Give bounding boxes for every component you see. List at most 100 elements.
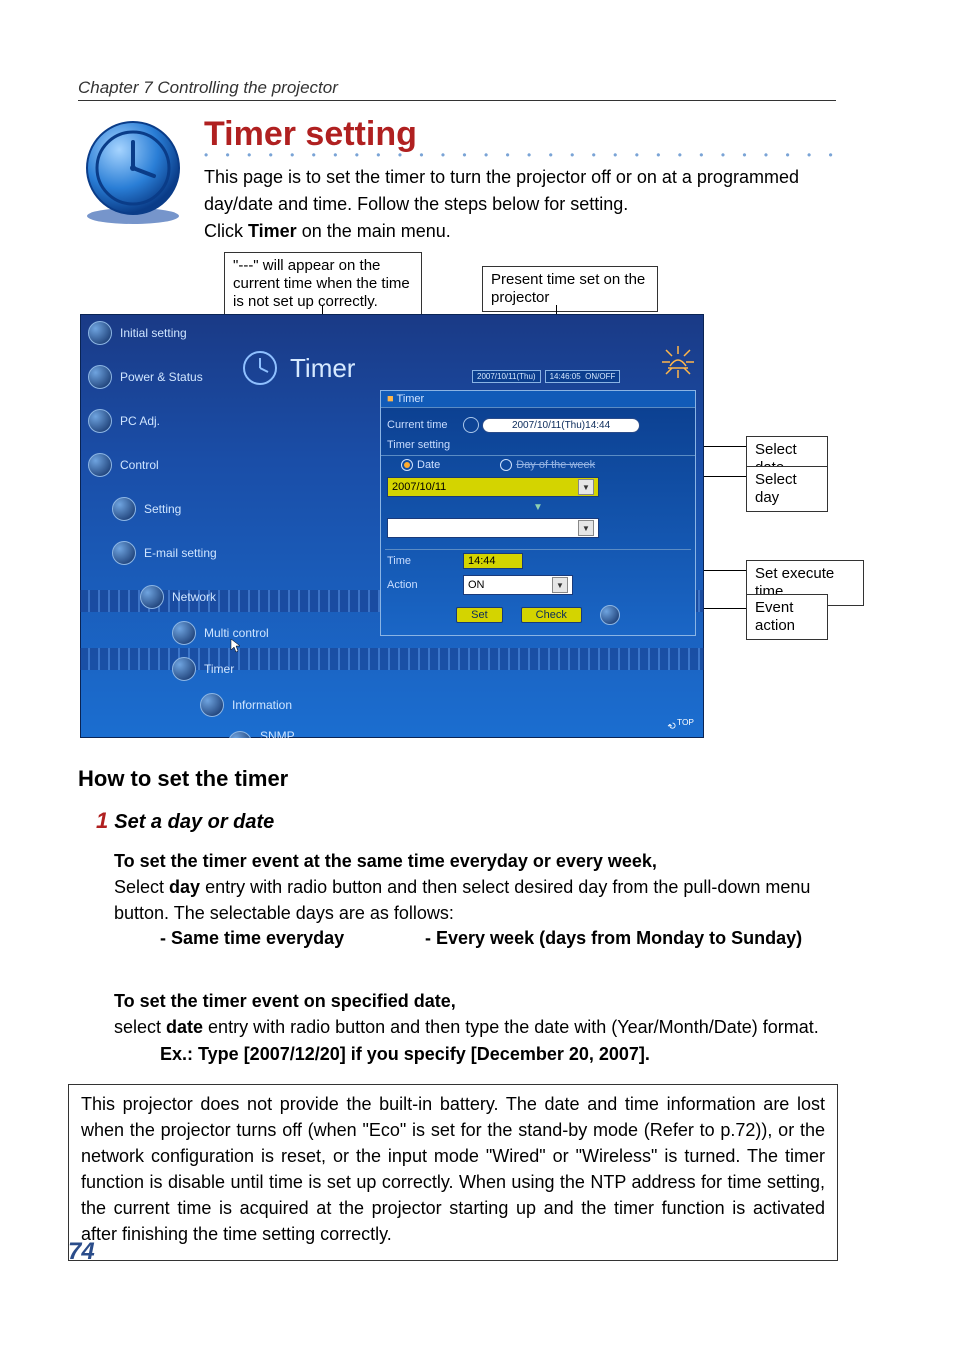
row-radio: Date Day of the week: [381, 456, 695, 474]
p4-pre: select: [114, 1017, 166, 1037]
sidebar-item-label: SNMP setting: [260, 729, 295, 738]
page-title: Timer: [240, 348, 355, 388]
radio-day-label: Day of the week: [516, 459, 595, 471]
sidebar-item-timer[interactable]: Timer: [84, 654, 292, 684]
sliders-icon: [88, 453, 112, 477]
p2-post: entry with radio button and then select …: [114, 877, 810, 923]
page-number: 74: [68, 1238, 95, 1266]
row-time: Time 14:44: [381, 550, 695, 572]
cursor-icon: [230, 638, 242, 654]
intro-text: This page is to set the timer to turn th…: [204, 164, 836, 245]
decorative-dots: • • • • • • • • • • • • • • • • • • • • …: [204, 148, 836, 162]
page-title-text: Timer: [290, 353, 355, 384]
current-time-value: 2007/10/11(Thu)14:44: [482, 418, 640, 433]
action-label: Action: [387, 579, 463, 591]
screenshot: Initial setting Power & Status PC Adj. C…: [80, 314, 704, 738]
timer-panel: ■ Timer Current time 2007/10/11(Thu)14:4…: [380, 390, 696, 636]
power-icon: [88, 365, 112, 389]
callout-current-time-na: "---" will appear on the current time wh…: [224, 252, 422, 316]
header-clock: 2007/10/11(Thu) 14:46:05 ON/OFF: [472, 370, 620, 383]
sidebar-item-label: PC Adj.: [120, 414, 160, 428]
chevron-down-icon: ▼: [578, 479, 594, 495]
p4-post: entry with radio button and then type th…: [203, 1017, 819, 1037]
sidebar-item-snmp[interactable]: SNMP setting: [84, 726, 292, 738]
time-label: Time: [387, 555, 463, 567]
p2-bold: day: [169, 877, 200, 897]
callout-present-time: Present time set on the projector: [482, 266, 658, 312]
radio-day[interactable]: [500, 459, 512, 471]
sidebar-item-initial-setting[interactable]: Initial setting: [84, 318, 292, 348]
sidebar-item-information[interactable]: Information: [84, 690, 292, 720]
sidebar-item-label: Network: [172, 590, 216, 604]
action-value: ON: [468, 579, 485, 591]
time-input[interactable]: 14:44: [463, 553, 523, 569]
top-link-label: TOP: [677, 717, 694, 727]
step-number: 1: [96, 808, 108, 833]
current-time-label: Current time: [387, 419, 463, 431]
row-day-dropdown: ▼: [381, 515, 695, 541]
sidebar-item-email[interactable]: E-mail setting: [84, 538, 292, 568]
options-list: - Same time everyday - Every week (days …: [160, 928, 802, 949]
intro-line-2: Click Timer on the main menu.: [204, 221, 451, 241]
header-onoff: ON/OFF: [585, 372, 615, 381]
wrench-icon: [112, 497, 136, 521]
sun-icon: [660, 344, 696, 380]
sidebar-item-multi-control[interactable]: Multi control: [84, 618, 292, 648]
step-title: Set a day or date: [114, 811, 274, 833]
clock-icon: [240, 348, 280, 388]
power-icon: [600, 605, 620, 625]
clock-icon: [172, 657, 196, 681]
sidebar-item-label: Timer: [204, 662, 234, 676]
row-action: Action ON ▼: [381, 572, 695, 598]
paragraph-3: To set the timer event on specified date…: [114, 988, 836, 1014]
sidebar-item-label: Information: [232, 698, 292, 712]
chevron-down-icon: ▼: [552, 577, 568, 593]
clock-icon: [463, 417, 479, 433]
set-button[interactable]: Set: [456, 607, 503, 623]
sidebar-item-label: Initial setting: [120, 326, 187, 340]
paragraph-1: To set the timer event at the same time …: [114, 848, 836, 874]
info-icon: [200, 693, 224, 717]
sidebar-item-label: E-mail setting: [144, 546, 217, 560]
note-box: This projector does not provide the buil…: [68, 1084, 838, 1261]
row-buttons: Set Check: [381, 602, 695, 628]
sidebar-item-setting[interactable]: Setting: [84, 494, 292, 524]
intro-bold: Timer: [248, 221, 297, 241]
sidebar-item-label: Setting: [144, 502, 181, 516]
paragraph-5: Ex.: Type [2007/12/20] if you specify [D…: [160, 1044, 836, 1065]
radio-date[interactable]: [401, 459, 413, 471]
check-button[interactable]: Check: [521, 607, 582, 623]
top-link[interactable]: ↻TOP: [669, 717, 694, 732]
intro-pre: Click: [204, 221, 248, 241]
date-dropdown-value: 2007/10/11: [392, 481, 446, 493]
sidebar-item-pc-adj[interactable]: PC Adj.: [84, 406, 292, 436]
paragraph-4: select date entry with radio button and …: [114, 1014, 836, 1040]
row-timer-setting-label: Timer setting: [381, 436, 695, 456]
radio-date-label: Date: [417, 459, 440, 471]
time-value: 14:44: [468, 555, 496, 567]
callout-select-day: Select day: [746, 466, 828, 512]
option-1: - Same time everyday: [160, 928, 420, 949]
timer-setting-label: Timer setting: [387, 439, 450, 451]
subheading-how-to-set: How to set the timer: [78, 766, 288, 792]
monitor-icon: [88, 409, 112, 433]
option-2: - Every week (days from Monday to Sunday…: [425, 928, 802, 948]
header-time-value: 14:46:05: [550, 372, 581, 381]
intro-line-1: This page is to set the timer to turn th…: [204, 167, 799, 214]
header-time: 14:46:05 ON/OFF: [545, 370, 621, 383]
action-dropdown[interactable]: ON ▼: [463, 575, 573, 595]
callout-event-action: Event action: [746, 594, 828, 640]
sidebar-item-network[interactable]: Network: [84, 582, 292, 612]
gear-icon: [88, 321, 112, 345]
timer-section-icon: [78, 118, 188, 228]
day-dropdown[interactable]: ▼: [387, 518, 599, 538]
header-date: 2007/10/11(Thu): [472, 370, 541, 383]
row-current-time: Current time 2007/10/11(Thu)14:44: [381, 414, 695, 436]
sidebar-item-control[interactable]: Control: [84, 450, 292, 480]
sidebar-item-label: Power & Status: [120, 370, 203, 384]
chevron-down-icon: ▼: [578, 520, 594, 536]
intro-post: on the main menu.: [297, 221, 451, 241]
date-dropdown[interactable]: 2007/10/11 ▼: [387, 477, 599, 497]
chapter-header: Chapter 7 Controlling the projector: [78, 78, 338, 98]
mail-icon: [112, 541, 136, 565]
